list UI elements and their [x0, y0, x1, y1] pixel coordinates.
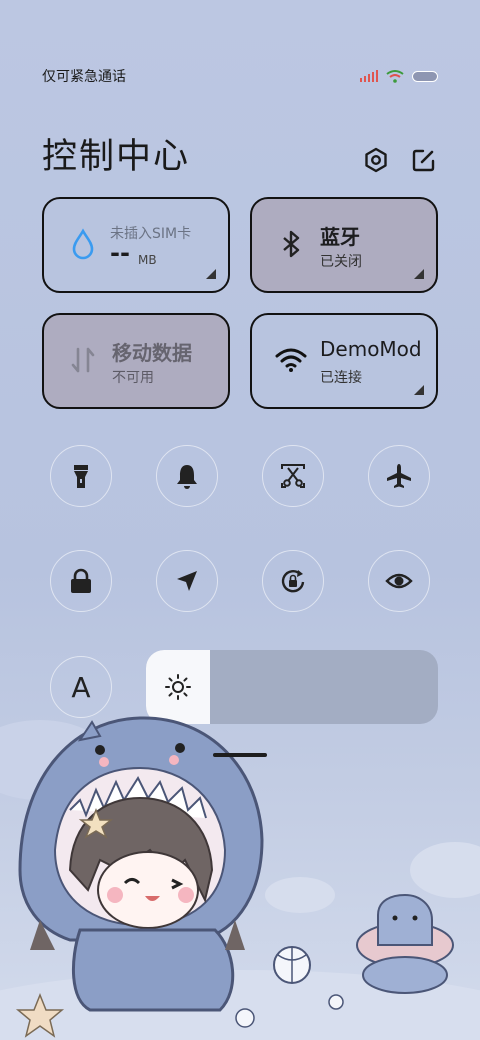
location-arrow-icon [177, 571, 197, 591]
bluetooth-icon [283, 230, 300, 258]
airplane-icon [387, 464, 411, 488]
mobile-data-status: 不可用 [112, 370, 154, 386]
data-usage-tile[interactable]: 未插入SIM卡 -- MB [42, 197, 230, 293]
ringer-toggle[interactable] [156, 445, 218, 507]
wifi-status: 已连接 [320, 370, 362, 386]
wifi-tile[interactable]: DemoMod 已连接 [250, 313, 438, 409]
data-usage-unit: MB [138, 253, 157, 267]
carrier-text: 仅可紧急通话 [42, 69, 126, 85]
expand-corner-icon [206, 269, 216, 279]
bell-icon [177, 465, 197, 489]
flashlight-toggle[interactable] [50, 445, 112, 507]
lock-toggle[interactable] [50, 550, 112, 612]
wifi-network-name: DemoMod [320, 337, 422, 361]
water-drop-icon [72, 228, 94, 260]
expand-corner-icon [414, 269, 424, 279]
screenshot-toggle[interactable] [262, 445, 324, 507]
rotation-lock-icon [281, 569, 305, 593]
page-title: 控制中心 [42, 137, 191, 177]
expand-corner-icon [414, 385, 424, 395]
eye-icon [385, 573, 413, 589]
settings-hexagon-icon[interactable] [362, 146, 390, 174]
rotation-lock-toggle[interactable] [262, 550, 324, 612]
sun-icon [165, 674, 191, 700]
status-icons [360, 69, 438, 83]
data-transfer-icon [71, 347, 95, 373]
mobile-data-tile[interactable]: 移动数据 不可用 [42, 313, 230, 409]
bluetooth-label: 蓝牙 [320, 225, 360, 249]
flashlight-icon [74, 465, 88, 488]
wallpaper-illustration [0, 716, 480, 1040]
bluetooth-status: 已关闭 [320, 254, 362, 270]
airplane-toggle[interactable] [368, 445, 430, 507]
eye-comfort-toggle[interactable] [368, 550, 430, 612]
wifi-status-icon [386, 70, 404, 83]
status-bar: 仅可紧急通话 [42, 64, 438, 88]
data-usage-value: -- [110, 239, 130, 267]
location-toggle[interactable] [156, 550, 218, 612]
text-size-label: A [71, 670, 91, 704]
lock-icon [71, 568, 91, 593]
wifi-icon [275, 348, 307, 372]
battery-icon [412, 70, 438, 82]
edit-icon[interactable] [410, 146, 438, 174]
bluetooth-tile[interactable]: 蓝牙 已关闭 [250, 197, 438, 293]
signal-icon [360, 70, 378, 82]
scissors-icon [281, 464, 305, 488]
mobile-data-label: 移动数据 [112, 341, 192, 365]
home-indicator[interactable] [213, 753, 267, 757]
